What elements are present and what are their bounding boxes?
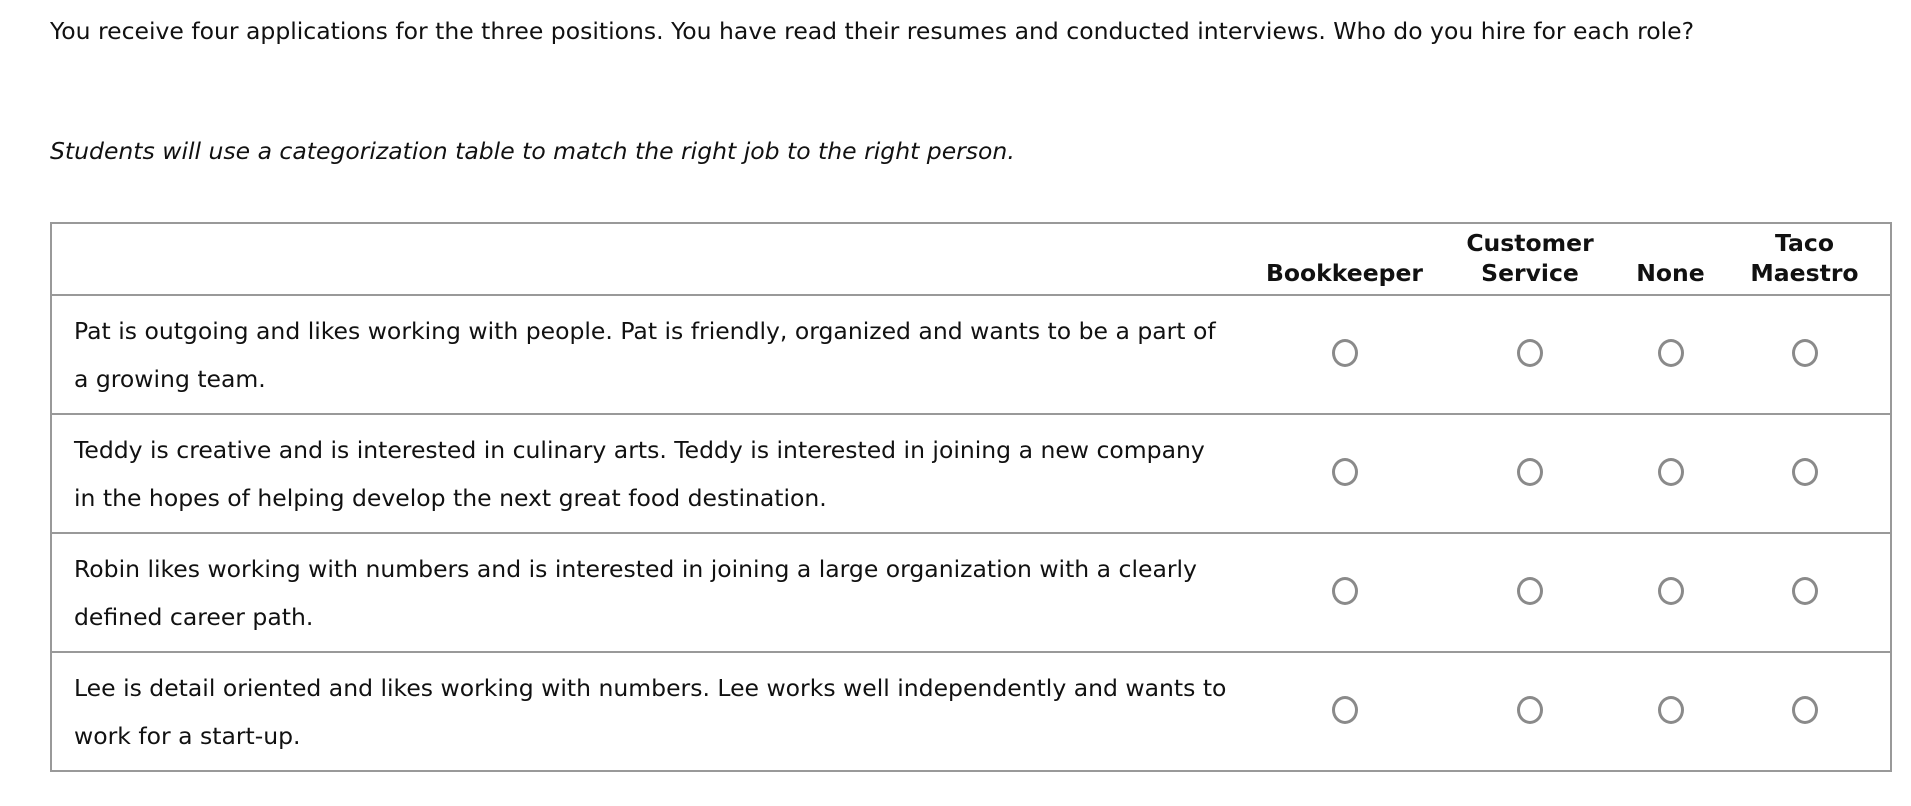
radio-robin-customer-service[interactable] [1517,576,1543,605]
radio-teddy-none[interactable] [1657,457,1684,486]
radio-lee-bookkeeper[interactable] [1331,695,1358,724]
column-header-label-line1: Customer [1466,229,1594,257]
radio-teddy-bookkeeper[interactable] [1331,457,1358,486]
row-description: Teddy is creative and is interested in c… [74,435,1205,512]
radio-pat-bookkeeper[interactable] [1331,338,1358,367]
column-header-label: None [1636,259,1705,287]
table-row-pat: Pat is outgoing and likes working with p… [51,295,1891,414]
row-description: Robin likes working with numbers and is … [74,554,1197,631]
row-description: Pat is outgoing and likes working with p… [74,316,1216,393]
radio-teddy-taco-maestro[interactable] [1791,457,1818,486]
radio-lee-customer-service[interactable] [1517,695,1543,724]
column-header-label: Bookkeeper [1265,259,1424,287]
categorization-table: Bookkeeper Customer Service None Taco Maes… [50,222,1892,772]
table-row-teddy: Teddy is creative and is interested in c… [51,414,1891,533]
table-row-lee: Lee is detail oriented and likes working… [51,652,1891,771]
radio-pat-taco-maestro[interactable] [1791,338,1818,367]
table-row-robin: Robin likes working with numbers and is … [51,533,1891,652]
column-header-label-line1: Taco [1775,229,1834,257]
radio-teddy-customer-service[interactable] [1517,457,1543,486]
radio-pat-none[interactable] [1657,338,1684,367]
radio-lee-taco-maestro[interactable] [1791,695,1818,724]
column-header-customer-service: Customer Service [1438,223,1622,295]
column-header-label-line2: Service [1481,259,1579,287]
question-prompt: You receive four applications for the th… [50,17,1695,45]
column-header-none: None [1622,223,1719,295]
radio-pat-customer-service[interactable] [1517,338,1543,367]
column-header-taco-maestro: Taco Maestro [1719,223,1891,295]
radio-robin-none[interactable] [1657,576,1684,605]
header-blank [51,223,1251,295]
radio-lee-none[interactable] [1657,695,1684,724]
column-header-bookkeeper: Bookkeeper [1251,223,1438,295]
radio-robin-bookkeeper[interactable] [1331,576,1358,605]
row-description: Lee is detail oriented and likes working… [74,673,1227,750]
radio-robin-taco-maestro[interactable] [1791,576,1818,605]
column-header-label-line2: Maestro [1750,259,1859,287]
header-row: Bookkeeper Customer Service None Taco Maes… [51,223,1891,295]
question-instruction: Students will use a categorization table… [50,137,1015,165]
